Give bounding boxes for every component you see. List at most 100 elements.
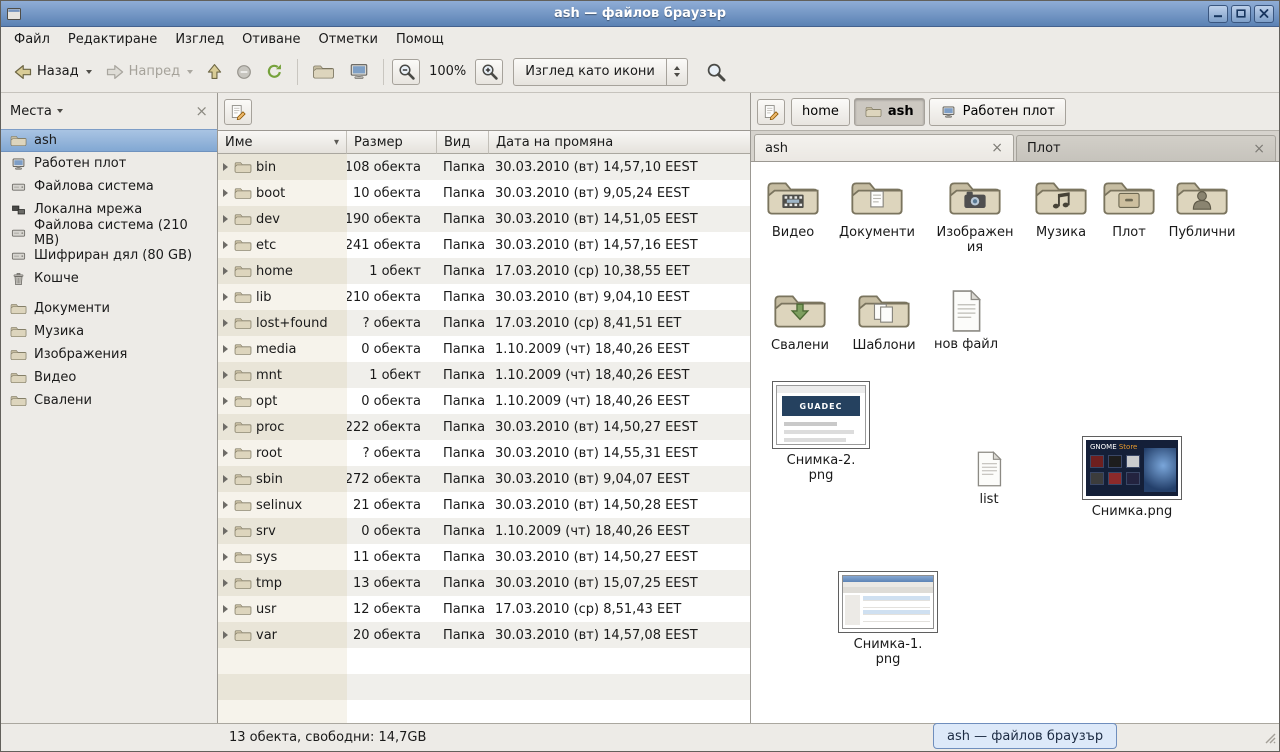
icon-item-Снимка.png[interactable]: GNOME StoreСнимка.png [1078, 436, 1186, 519]
table-row-media[interactable]: media0 обектаПапка1.10.2009 (чт) 18,40,2… [218, 336, 750, 362]
expander-icon[interactable] [223, 449, 228, 457]
icon-item-Видео[interactable]: Видео [751, 176, 835, 240]
forward-button[interactable]: Напред [100, 59, 199, 85]
expander-icon[interactable] [223, 293, 228, 301]
table-row-boot[interactable]: boot10 обектаПапка30.03.2010 (вт) 9,05,2… [218, 180, 750, 206]
column-header-size[interactable]: Размер [347, 131, 437, 154]
menu-item-2[interactable]: Редактиране [59, 29, 166, 50]
sidebar-item-Видео[interactable]: Видео [1, 366, 217, 389]
table-row-etc[interactable]: etc241 обектаПапка30.03.2010 (вт) 14,57,… [218, 232, 750, 258]
zoom-out-button[interactable] [392, 59, 420, 85]
location-edit-button[interactable] [224, 99, 252, 125]
icon-item-Плот[interactable]: Плот [1087, 176, 1171, 240]
table-row-sbin[interactable]: sbin272 обектаПапка30.03.2010 (вт) 9,04,… [218, 466, 750, 492]
expander-icon[interactable] [223, 345, 228, 353]
expander-icon[interactable] [223, 371, 228, 379]
tab-close-icon[interactable]: × [991, 141, 1003, 155]
icon-item-Публични[interactable]: Публични [1160, 176, 1244, 240]
back-dropdown-icon[interactable] [86, 70, 92, 74]
icon-item-Снимка-1.png[interactable]: Снимка-1.png [834, 571, 942, 667]
tab-close-icon[interactable]: × [1253, 142, 1265, 156]
places-dropdown-icon[interactable] [57, 109, 63, 113]
expander-icon[interactable] [223, 631, 228, 639]
search-button[interactable] [702, 58, 730, 86]
table-row-lib[interactable]: lib210 обектаПапка30.03.2010 (вт) 9,04,1… [218, 284, 750, 310]
icon-canvas[interactable]: ВидеоДокументиИзображенияМузикаПлотПубли… [751, 161, 1279, 723]
table-row-home[interactable]: home1 обектПапка17.03.2010 (ср) 10,38,55… [218, 258, 750, 284]
icon-item-Изображения[interactable]: Изображения [933, 176, 1017, 255]
expander-icon[interactable] [223, 163, 228, 171]
minimize-button[interactable] [1208, 5, 1228, 23]
expander-icon[interactable] [223, 579, 228, 587]
menu-item-6[interactable]: Помощ [387, 29, 453, 50]
sidebar-item-Работен плот[interactable]: Работен плот [1, 152, 217, 175]
expander-icon[interactable] [223, 241, 228, 249]
table-row-mnt[interactable]: mnt1 обектПапка1.10.2009 (чт) 18,40,26 E… [218, 362, 750, 388]
resize-grip[interactable] [1263, 731, 1277, 749]
location-edit-button[interactable] [757, 99, 785, 125]
places-close-icon[interactable]: × [195, 104, 208, 119]
combo-arrows-icon[interactable] [666, 59, 687, 85]
table-row-srv[interactable]: srv0 обектаПапка1.10.2009 (чт) 18,40,26 … [218, 518, 750, 544]
maximize-button[interactable] [1231, 5, 1251, 23]
back-button[interactable]: Назад [8, 59, 98, 85]
tab-ash[interactable]: ash× [754, 134, 1014, 161]
places-title[interactable]: Места [10, 104, 52, 119]
table-row-tmp[interactable]: tmp13 обектаПапка30.03.2010 (вт) 15,07,2… [218, 570, 750, 596]
sidebar-item-Кошче[interactable]: Кошче [1, 267, 217, 290]
menu-item-5[interactable]: Отметки [309, 29, 386, 50]
close-button[interactable] [1254, 5, 1274, 23]
path-button-home[interactable]: home [791, 98, 850, 126]
icon-item-Снимка-2.png[interactable]: GUADECСнимка-2.png [768, 381, 874, 483]
expander-icon[interactable] [223, 527, 228, 535]
sidebar-item-Документи[interactable]: Документи [1, 297, 217, 320]
table-row-lost+found[interactable]: lost+found? обектаПапка17.03.2010 (ср) 8… [218, 310, 750, 336]
sidebar-item-Свалени[interactable]: Свалени [1, 389, 217, 412]
expander-icon[interactable] [223, 215, 228, 223]
table-row-bin[interactable]: bin108 обектаПапка30.03.2010 (вт) 14,57,… [218, 154, 750, 180]
path-button-ash[interactable]: ash [854, 98, 925, 126]
sidebar-item-Файлова система (210 MB)[interactable]: Файлова система (210 MB) [1, 221, 217, 244]
table-row-var[interactable]: var20 обектаПапка30.03.2010 (вт) 14,57,0… [218, 622, 750, 648]
expander-icon[interactable] [223, 397, 228, 405]
up-button[interactable] [201, 58, 228, 85]
table-row-opt[interactable]: opt0 обектаПапка1.10.2009 (чт) 18,40,26 … [218, 388, 750, 414]
table-row-root[interactable]: root? обектаПапка30.03.2010 (вт) 14,55,3… [218, 440, 750, 466]
expander-icon[interactable] [223, 423, 228, 431]
zoom-in-button[interactable] [475, 59, 503, 85]
home-button[interactable] [306, 58, 341, 86]
table-row-sys[interactable]: sys11 обектаПапка30.03.2010 (вт) 14,50,2… [218, 544, 750, 570]
computer-button[interactable] [343, 58, 375, 85]
icon-item-Шаблони[interactable]: Шаблони [842, 289, 926, 353]
table-row-usr[interactable]: usr12 обектаПапка17.03.2010 (ср) 8,51,43… [218, 596, 750, 622]
icon-item-нов файл[interactable]: нов файл [924, 289, 1008, 352]
expander-icon[interactable] [223, 319, 228, 327]
table-row-proc[interactable]: proc222 обектаПапка30.03.2010 (вт) 14,50… [218, 414, 750, 440]
tab-Плот[interactable]: Плот× [1016, 135, 1276, 161]
expander-icon[interactable] [223, 605, 228, 613]
expander-icon[interactable] [223, 475, 228, 483]
reload-button[interactable] [260, 58, 289, 85]
expander-icon[interactable] [223, 501, 228, 509]
icon-item-list[interactable]: list [947, 450, 1031, 507]
column-header-type[interactable]: Вид [437, 131, 489, 154]
column-header-name[interactable]: Име▾ [218, 131, 347, 154]
expander-icon[interactable] [223, 189, 228, 197]
sidebar-item-ash[interactable]: ash [1, 129, 217, 152]
sidebar-item-Изображения[interactable]: Изображения [1, 343, 217, 366]
expander-icon[interactable] [223, 553, 228, 561]
menu-item-4[interactable]: Отиване [233, 29, 309, 50]
table-row-selinux[interactable]: selinux21 обектаПапка30.03.2010 (вт) 14,… [218, 492, 750, 518]
menu-item-3[interactable]: Изглед [166, 29, 233, 50]
sidebar-item-Файлова система[interactable]: Файлова система [1, 175, 217, 198]
column-header-date[interactable]: Дата на промяна [489, 131, 750, 154]
icon-item-Свалени[interactable]: Свалени [758, 289, 842, 353]
table-row-dev[interactable]: dev190 обектаПапка30.03.2010 (вт) 14,51,… [218, 206, 750, 232]
menu-item-1[interactable]: Файл [5, 29, 59, 50]
expander-icon[interactable] [223, 267, 228, 275]
sidebar-item-Шифриран дял (80 GB)[interactable]: Шифриран дял (80 GB) [1, 244, 217, 267]
stop-button[interactable] [230, 59, 258, 85]
icon-item-Документи[interactable]: Документи [835, 176, 919, 240]
view-mode-select[interactable]: Изглед като икони [513, 58, 688, 86]
path-button-Работен плот[interactable]: Работен плот [929, 98, 1066, 126]
